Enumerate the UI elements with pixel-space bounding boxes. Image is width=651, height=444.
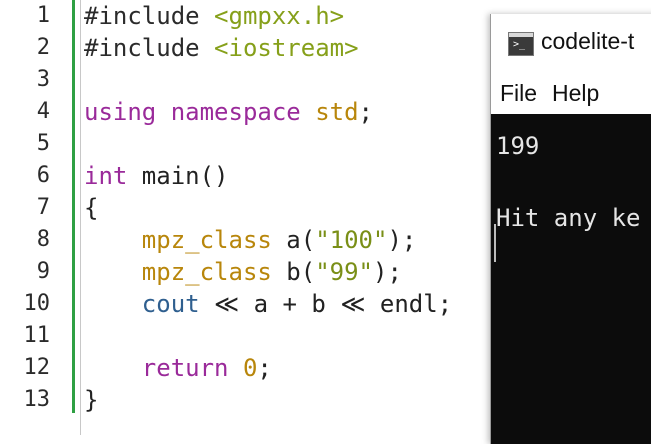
code-line-13: } — [84, 384, 98, 416]
line-number: 2 — [36, 35, 50, 60]
menu-bar: File Help — [491, 72, 651, 114]
code-line-4: using namespace std; — [84, 96, 373, 128]
line-number: 10 — [23, 291, 51, 316]
type-name: mpz_class — [141, 226, 272, 254]
keyword: return — [141, 354, 229, 382]
output-line: Hit any ke — [496, 204, 641, 232]
line-number-gutter: 1 2 3 4 5 6 7 8 9 10 11 12 13 — [0, 0, 51, 435]
brace: { — [84, 194, 99, 222]
string-literal: "99" — [315, 258, 373, 286]
code-line-8: mpz_class a("100"); — [84, 224, 417, 256]
code-line-1: #include <gmpxx.h> — [84, 0, 344, 32]
preprocessor-directive: #include — [84, 34, 215, 62]
brace: } — [84, 386, 99, 414]
expression: ≪ a + b ≪ endl; — [199, 290, 453, 318]
declaration: a( — [271, 226, 316, 254]
terminal-window[interactable]: >_ codelite-t File Help 199 Hit any ke — [490, 14, 651, 444]
include-header: <gmpxx.h> — [214, 2, 345, 30]
punctuation: ); — [387, 226, 417, 254]
terminal-output[interactable]: 199 Hit any ke — [491, 114, 651, 444]
line-number: 8 — [36, 227, 50, 252]
punctuation: ); — [373, 258, 402, 286]
code-line-9: mpz_class b("99"); — [84, 256, 402, 288]
line-number: 4 — [36, 99, 50, 124]
keyword: int — [84, 162, 128, 190]
number-literal: 0 — [242, 354, 258, 382]
preprocessor-directive: #include — [84, 2, 215, 30]
punctuation: ; — [358, 98, 373, 126]
window-titlebar[interactable]: >_ codelite-t — [491, 14, 651, 72]
namespace-name: std — [315, 98, 359, 126]
code-line-7: { — [84, 192, 98, 224]
punctuation: ; — [257, 354, 272, 382]
code-line-12: return 0; — [84, 352, 272, 384]
type-name: mpz_class — [141, 258, 272, 286]
gutter-separator — [80, 0, 81, 435]
menu-file[interactable]: File — [500, 80, 537, 107]
line-number: 1 — [36, 3, 50, 28]
line-number: 13 — [23, 387, 51, 412]
line-number: 7 — [36, 195, 50, 220]
line-number: 9 — [36, 259, 50, 284]
line-number: 3 — [36, 67, 50, 92]
keyword: using namespace — [84, 98, 316, 126]
line-number: 12 — [23, 355, 51, 380]
output-line: 199 — [496, 132, 540, 160]
declaration: b( — [271, 258, 316, 286]
modified-lines-marker — [72, 0, 75, 413]
console-icon: >_ — [508, 32, 534, 56]
code-line-10: cout ≪ a + b ≪ endl; — [84, 288, 452, 320]
include-header: <iostream> — [214, 34, 359, 62]
identifier: cout — [141, 290, 200, 318]
text-cursor — [494, 224, 496, 262]
code-line-2: #include <iostream> — [84, 32, 359, 64]
menu-help[interactable]: Help — [552, 80, 599, 107]
line-number: 5 — [36, 131, 50, 156]
code-line-6: int main() — [84, 160, 229, 192]
window-title: codelite-t — [541, 28, 635, 54]
line-number: 6 — [36, 163, 50, 188]
string-literal: "100" — [315, 226, 388, 254]
function-signature: main() — [127, 162, 229, 190]
line-number: 11 — [23, 323, 51, 348]
